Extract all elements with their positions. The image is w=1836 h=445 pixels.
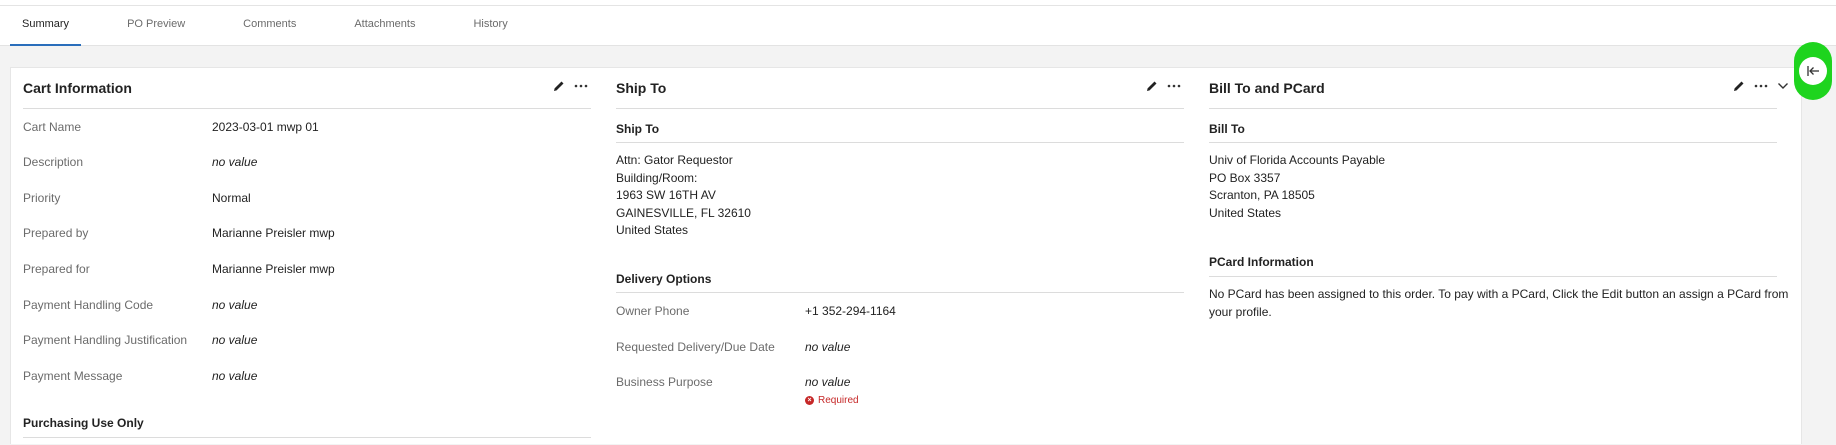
- pencil-icon[interactable]: [1144, 78, 1160, 94]
- collapse-left-icon: [1799, 57, 1827, 85]
- address-line: United States: [616, 223, 689, 238]
- more-horizontal-icon[interactable]: [1753, 78, 1769, 94]
- more-horizontal-icon[interactable]: [573, 78, 589, 94]
- card-header: Bill To and PCard: [1209, 68, 1788, 109]
- required-label: Required: [818, 395, 859, 406]
- address-line: GAINESVILLE, FL 32610: [616, 205, 751, 220]
- error-circle-icon: ×: [805, 396, 814, 405]
- address-line: PO Box 3357: [1209, 170, 1281, 185]
- ship-to-section-title: Ship To: [616, 122, 660, 136]
- field-value: no value: [212, 333, 258, 347]
- pcard-information-title: PCard Information: [1209, 255, 1314, 269]
- field-value: no value: [212, 155, 258, 169]
- field-label: Cart Name: [23, 120, 82, 134]
- card-title: Cart Information: [23, 80, 132, 96]
- divider: [1209, 276, 1777, 277]
- tab-summary[interactable]: Summary: [10, 6, 82, 46]
- card-header: Cart Information: [23, 68, 591, 109]
- field-value: no value: [805, 340, 851, 354]
- bill-to-card: Bill To and PCard Bill To Univ of Florid…: [1209, 68, 1788, 445]
- card-title: Bill To and PCard: [1209, 80, 1325, 96]
- field-value: Normal: [212, 191, 251, 205]
- field-label: Requested Delivery/Due Date: [616, 340, 775, 354]
- divider: [616, 142, 1184, 143]
- bill-to-section-title: Bill To: [1209, 122, 1245, 136]
- divider: [1209, 142, 1777, 143]
- purchasing-use-only-title: Purchasing Use Only: [23, 416, 144, 430]
- field-label: Payment Handling Justification: [23, 333, 188, 347]
- chevron-down-icon[interactable]: [1775, 78, 1791, 94]
- tab-bar: Summary PO Preview Comments Attachments …: [0, 6, 1836, 46]
- field-label: Payment Handling Code: [23, 298, 154, 312]
- field-label: Prepared by: [23, 226, 89, 240]
- field-value: Marianne Preisler mwp: [212, 262, 335, 276]
- tab-comments[interactable]: Comments: [231, 6, 308, 45]
- field-value: 2023-03-01 mwp 01: [212, 120, 319, 134]
- cart-information-card: Cart Information Cart Name 2023-03-01 mw…: [23, 68, 591, 445]
- tab-po-preview[interactable]: PO Preview: [115, 6, 197, 45]
- field-value: Marianne Preisler mwp: [212, 226, 335, 240]
- address-line: 1963 SW 16TH AV: [616, 188, 716, 203]
- card-header: Ship To: [616, 68, 1184, 109]
- ship-to-card: Ship To Ship To Attn: Gator Requestor Bu…: [616, 68, 1184, 445]
- field-value: no value: [212, 369, 258, 383]
- field-value: no value: [805, 375, 851, 389]
- collapse-panel-button[interactable]: [1794, 42, 1832, 100]
- address-line: Building/Room:: [616, 170, 698, 185]
- field-label: Payment Message: [23, 369, 123, 383]
- delivery-options-title: Delivery Options: [616, 272, 712, 286]
- address-line: Scranton, PA 18505: [1209, 188, 1315, 203]
- pcard-message: No PCard has been assigned to this order…: [1209, 287, 1789, 319]
- field-label: Prepared for: [23, 262, 90, 276]
- divider: [616, 292, 1184, 293]
- field-label: Owner Phone: [616, 304, 690, 318]
- card-title: Ship To: [616, 80, 667, 96]
- field-label: Priority: [23, 191, 61, 205]
- field-value: +1 352-294-1164: [805, 304, 896, 318]
- ship-to-address: Attn: Gator Requestor Building/Room: 196…: [616, 152, 751, 240]
- address-line: United States: [1209, 205, 1282, 220]
- field-label: Description: [23, 155, 84, 169]
- required-indicator: × Required: [805, 395, 859, 406]
- field-label: Business Purpose: [616, 375, 713, 389]
- pencil-icon[interactable]: [1731, 78, 1747, 94]
- field-value: no value: [212, 298, 258, 312]
- tab-history[interactable]: History: [461, 6, 519, 45]
- divider: [23, 437, 591, 438]
- more-horizontal-icon[interactable]: [1166, 78, 1182, 94]
- summary-panel: Cart Information Cart Name 2023-03-01 mw…: [10, 67, 1802, 444]
- bill-to-address: Univ of Florida Accounts Payable PO Box …: [1209, 152, 1385, 222]
- address-line: Attn: Gator Requestor: [616, 153, 733, 167]
- address-line: Univ of Florida Accounts Payable: [1209, 153, 1386, 167]
- tab-attachments[interactable]: Attachments: [342, 6, 427, 45]
- pencil-icon[interactable]: [551, 78, 567, 94]
